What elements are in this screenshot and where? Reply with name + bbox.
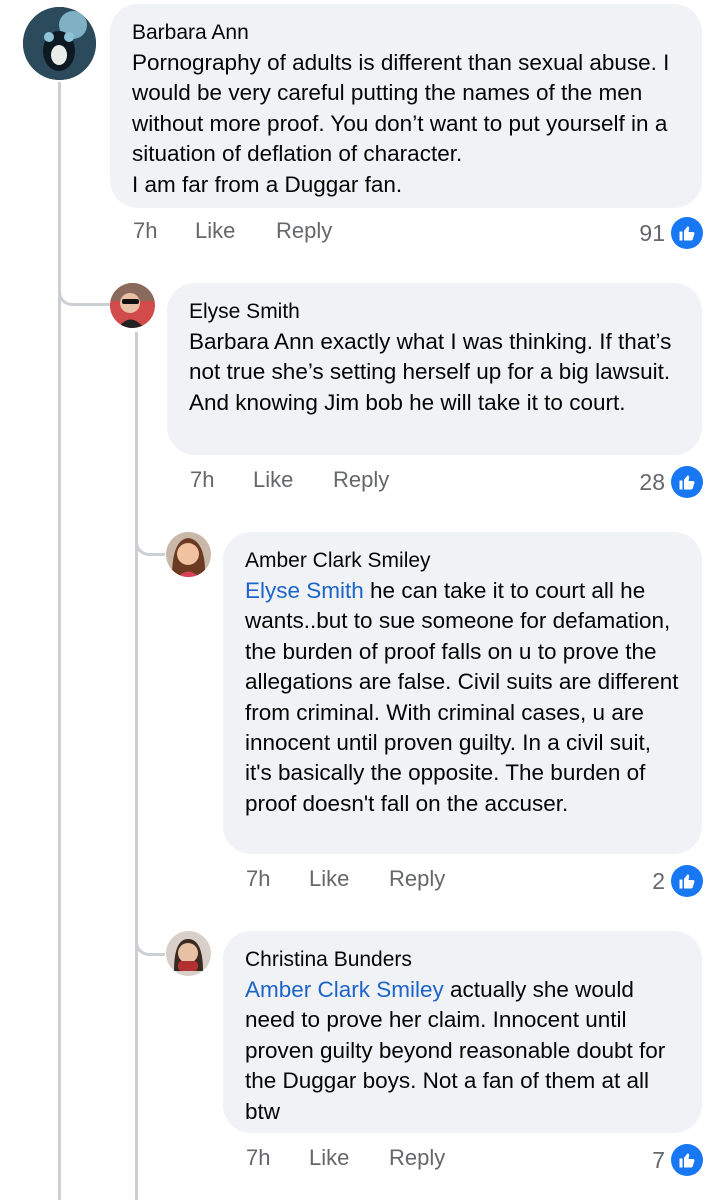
thread-line-reply — [135, 332, 138, 1200]
comment-author[interactable]: Barbara Ann — [132, 18, 680, 48]
comment-bubble: Barbara Ann Pornography of adults is dif… — [110, 4, 702, 208]
avatar[interactable] — [166, 532, 211, 577]
comment-text: Amber Clark Smiley actually she would ne… — [245, 975, 680, 1127]
comment-bubble: Elyse Smith Barbara Ann exactly what I w… — [167, 283, 702, 455]
comment-timestamp[interactable]: 7h — [246, 866, 270, 892]
thread-connector-elbow — [58, 270, 110, 306]
reply-button[interactable]: Reply — [333, 467, 389, 493]
like-button[interactable]: Like — [309, 866, 349, 892]
mention-link[interactable]: Amber Clark Smiley — [245, 977, 444, 1002]
comment-timestamp[interactable]: 7h — [133, 218, 157, 244]
comment-author[interactable]: Amber Clark Smiley — [245, 546, 680, 576]
comment-text: Elyse Smith he can take it to court all … — [245, 576, 680, 819]
thumbs-up-icon — [671, 1144, 703, 1176]
avatar[interactable] — [166, 931, 211, 976]
thumbs-up-icon — [671, 217, 703, 249]
reaction-count[interactable]: 7 — [652, 1144, 703, 1176]
comment-timestamp[interactable]: 7h — [190, 467, 214, 493]
reaction-count-value: 7 — [652, 1146, 665, 1173]
comment-author[interactable]: Christina Bunders — [245, 945, 680, 975]
reaction-count[interactable]: 28 — [639, 466, 703, 498]
comment-timestamp[interactable]: 7h — [246, 1145, 270, 1171]
like-button[interactable]: Like — [309, 1145, 349, 1171]
reply-button[interactable]: Reply — [276, 218, 332, 244]
reaction-count[interactable]: 91 — [639, 217, 703, 249]
thread-connector-elbow — [135, 920, 165, 956]
reaction-count-value: 91 — [639, 219, 665, 246]
reaction-count-value: 2 — [652, 867, 665, 894]
thread-connector-elbow — [135, 520, 165, 556]
comment-author[interactable]: Elyse Smith — [189, 297, 680, 327]
comment-bubble: Christina Bunders Amber Clark Smiley act… — [223, 931, 702, 1133]
reply-button[interactable]: Reply — [389, 866, 445, 892]
comment-text: Barbara Ann exactly what I was thinking.… — [189, 329, 672, 415]
avatar[interactable] — [110, 283, 155, 328]
reaction-count[interactable]: 2 — [652, 865, 703, 897]
thumbs-up-icon — [671, 865, 703, 897]
like-button[interactable]: Like — [253, 467, 293, 493]
mention-link[interactable]: Elyse Smith — [245, 578, 364, 603]
thumbs-up-icon — [671, 466, 703, 498]
thread-line-main — [58, 82, 61, 1200]
comment-actions: 7h Like Reply — [0, 467, 725, 497]
comment-text-body: he can take it to court all he wants..bu… — [245, 578, 679, 816]
avatar[interactable] — [23, 7, 96, 80]
comment-text: Pornography of adults is different than … — [132, 50, 670, 197]
reply-button[interactable]: Reply — [389, 1145, 445, 1171]
like-button[interactable]: Like — [195, 218, 235, 244]
comment-actions: 7h Like Reply — [0, 1145, 725, 1175]
comment-bubble: Amber Clark Smiley Elyse Smith he can ta… — [223, 532, 702, 854]
comment-actions: 7h Like Reply — [0, 866, 725, 896]
reaction-count-value: 28 — [639, 468, 665, 495]
comment-actions: 7h Like Reply — [0, 218, 725, 248]
